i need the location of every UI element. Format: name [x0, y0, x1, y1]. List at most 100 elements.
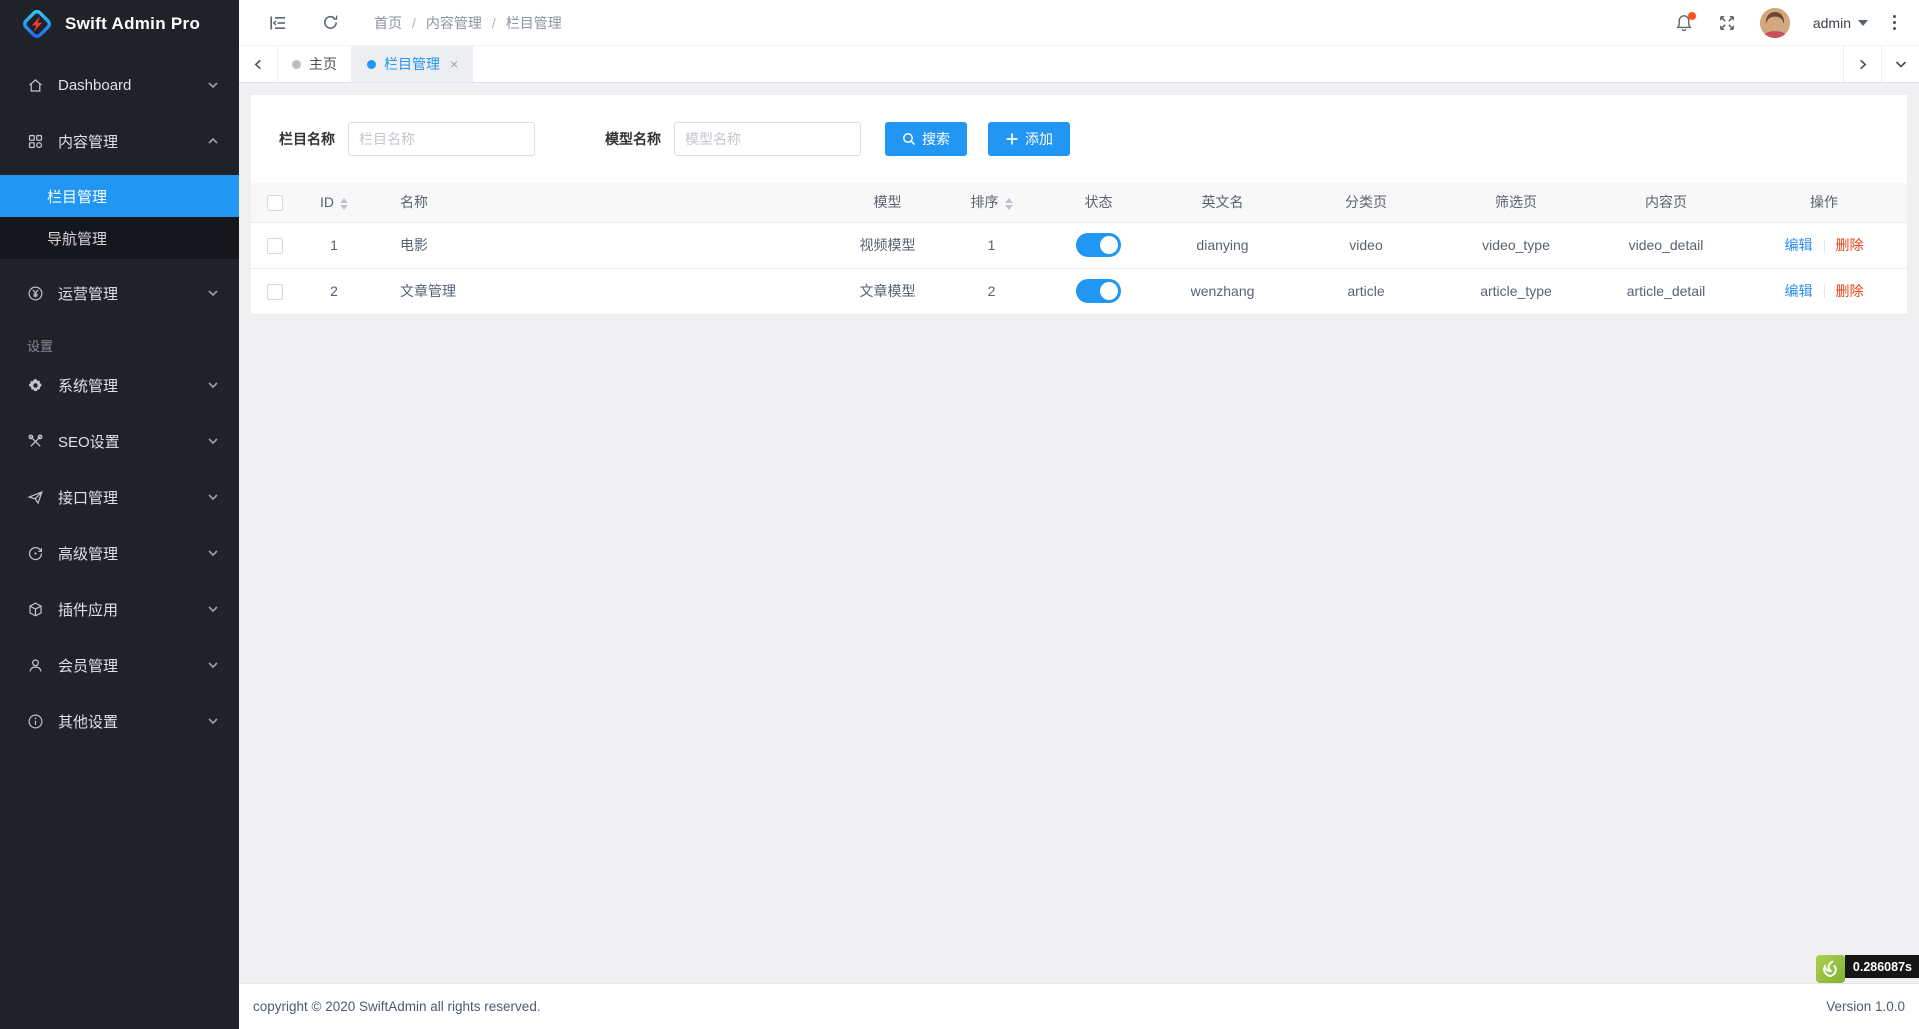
sidebar-item-plugin-apps[interactable]: 插件应用	[0, 587, 239, 631]
menu-fold-icon[interactable]	[268, 13, 288, 33]
model-name-input[interactable]	[674, 122, 861, 156]
chevron-down-icon	[207, 491, 219, 503]
cell-english: dianying	[1154, 222, 1291, 268]
sidebar-item-label: 其他设置	[58, 711, 118, 732]
topbar: 首页 / 内容管理 / 栏目管理	[239, 0, 1919, 46]
cell-content-page: video_detail	[1591, 222, 1741, 268]
breadcrumb-content-mgmt[interactable]: 内容管理	[426, 13, 482, 33]
app-logo-icon	[20, 7, 54, 41]
sidebar-subitem-nav-mgmt[interactable]: 导航管理	[0, 217, 239, 259]
sidebar-item-member-mgmt[interactable]: 会员管理	[0, 643, 239, 687]
cell-name: 文章管理	[369, 268, 835, 314]
content: 栏目名称 模型名称 搜索 添加	[239, 83, 1919, 983]
chevron-down-icon	[207, 379, 219, 391]
tabs-menu-icon[interactable]	[1881, 46, 1919, 82]
sort-icon[interactable]	[340, 198, 348, 210]
row-checkbox[interactable]	[267, 238, 283, 254]
search-icon	[902, 132, 916, 146]
sidebar-item-dashboard[interactable]: Dashboard	[0, 63, 239, 107]
avatar[interactable]	[1760, 8, 1790, 38]
filter-row: 栏目名称 模型名称 搜索 添加	[251, 95, 1907, 183]
grid-icon	[27, 133, 44, 150]
cell-sort: 2	[940, 268, 1043, 314]
refresh-icon[interactable]	[321, 13, 340, 32]
refresh-circle-icon	[27, 545, 44, 562]
sidebar-item-seo-settings[interactable]: SEO设置	[0, 419, 239, 463]
cell-category-page: video	[1291, 222, 1441, 268]
sidebar-item-advanced-mgmt[interactable]: 高级管理	[0, 531, 239, 575]
sidebar-nav: Dashboard 内容管理 栏目管理 导航管理	[0, 48, 239, 1029]
footer: copyright © 2020 SwiftAdmin all rights r…	[239, 983, 1919, 1029]
breadcrumb-home[interactable]: 首页	[374, 13, 402, 33]
status-toggle[interactable]	[1076, 233, 1121, 257]
cell-model: 文章模型	[835, 268, 940, 314]
sidebar-item-operation-mgmt[interactable]: 运营管理	[0, 271, 239, 315]
user-icon	[27, 657, 44, 674]
tools-icon	[27, 433, 44, 450]
copyright-text: copyright © 2020 SwiftAdmin all rights r…	[253, 999, 541, 1014]
fullscreen-icon[interactable]	[1717, 13, 1737, 33]
chevron-down-icon	[207, 547, 219, 559]
logo[interactable]: Swift Admin Pro	[0, 0, 239, 48]
page-render-timer: 0.286087s	[1816, 955, 1919, 983]
tabs-scroll-left-icon[interactable]	[239, 46, 277, 82]
chevron-down-icon	[207, 287, 219, 299]
caret-down-icon	[1858, 20, 1868, 26]
model-name-label: 模型名称	[605, 129, 661, 149]
header-sort[interactable]: 排序	[940, 183, 1043, 222]
delete-link[interactable]: 删除	[1836, 235, 1864, 255]
edit-link[interactable]: 编辑	[1785, 281, 1813, 301]
cell-name: 电影	[369, 222, 835, 268]
header-actions: 操作	[1741, 183, 1907, 222]
more-options-icon[interactable]	[1891, 13, 1895, 32]
search-button[interactable]: 搜索	[885, 122, 967, 156]
topbar-right: admin	[1674, 8, 1895, 38]
version-text: Version 1.0.0	[1826, 999, 1905, 1014]
header-id[interactable]: ID	[299, 183, 369, 222]
notification-dot	[1688, 12, 1696, 20]
breadcrumb-column-mgmt[interactable]: 栏目管理	[506, 13, 562, 33]
select-all-checkbox[interactable]	[267, 195, 283, 211]
sidebar-subitem-column-mgmt[interactable]: 栏目管理	[0, 175, 239, 217]
cell-sort: 1	[940, 222, 1043, 268]
info-circle-icon	[27, 713, 44, 730]
sidebar-item-label: SEO设置	[58, 431, 120, 452]
plus-icon	[1005, 132, 1019, 146]
column-name-label: 栏目名称	[279, 129, 335, 149]
elapsed-time-badge: 0.286087s	[1845, 955, 1919, 978]
sort-icon[interactable]	[1005, 198, 1013, 210]
status-toggle[interactable]	[1076, 279, 1121, 303]
notification-bell-icon[interactable]	[1674, 13, 1694, 33]
user-menu[interactable]: admin	[1813, 15, 1868, 31]
gear-icon	[27, 377, 44, 394]
row-checkbox[interactable]	[267, 284, 283, 300]
tab-column-mgmt[interactable]: 栏目管理 ×	[352, 46, 473, 82]
chevron-down-icon	[207, 603, 219, 615]
cell-model: 视频模型	[835, 222, 940, 268]
sidebar-item-content-mgmt[interactable]: 内容管理	[0, 119, 239, 163]
cell-content-page: article_detail	[1591, 268, 1741, 314]
edit-link[interactable]: 编辑	[1785, 235, 1813, 255]
sidebar-subitem-label: 栏目管理	[47, 186, 107, 207]
sidebar-item-label: 内容管理	[58, 131, 118, 152]
table-row: 1 电影 视频模型 1 dianying video video_type vi…	[251, 222, 1907, 268]
sidebar-item-api-mgmt[interactable]: 接口管理	[0, 475, 239, 519]
close-icon[interactable]: ×	[450, 57, 458, 71]
sidebar-item-other-settings[interactable]: 其他设置	[0, 699, 239, 743]
cell-id: 1	[299, 222, 369, 268]
sidebar: Swift Admin Pro Dashboard 内容管理 栏目管理	[0, 0, 239, 1029]
delete-link[interactable]: 删除	[1836, 281, 1864, 301]
chevron-down-icon	[207, 435, 219, 447]
tab-label: 栏目管理	[384, 54, 440, 74]
sidebar-item-system-mgmt[interactable]: 系统管理	[0, 363, 239, 407]
tabs-scroll-right-icon[interactable]	[1843, 46, 1881, 82]
main-area: 首页 / 内容管理 / 栏目管理	[239, 0, 1919, 1029]
username: admin	[1813, 15, 1851, 31]
tab-home[interactable]: 主页	[277, 46, 352, 82]
add-button[interactable]: 添加	[988, 122, 1070, 156]
header-status: 状态	[1043, 183, 1154, 222]
header-name: 名称	[369, 183, 835, 222]
yen-circle-icon	[27, 285, 44, 302]
column-name-input[interactable]	[348, 122, 535, 156]
tab-label: 主页	[309, 54, 337, 74]
